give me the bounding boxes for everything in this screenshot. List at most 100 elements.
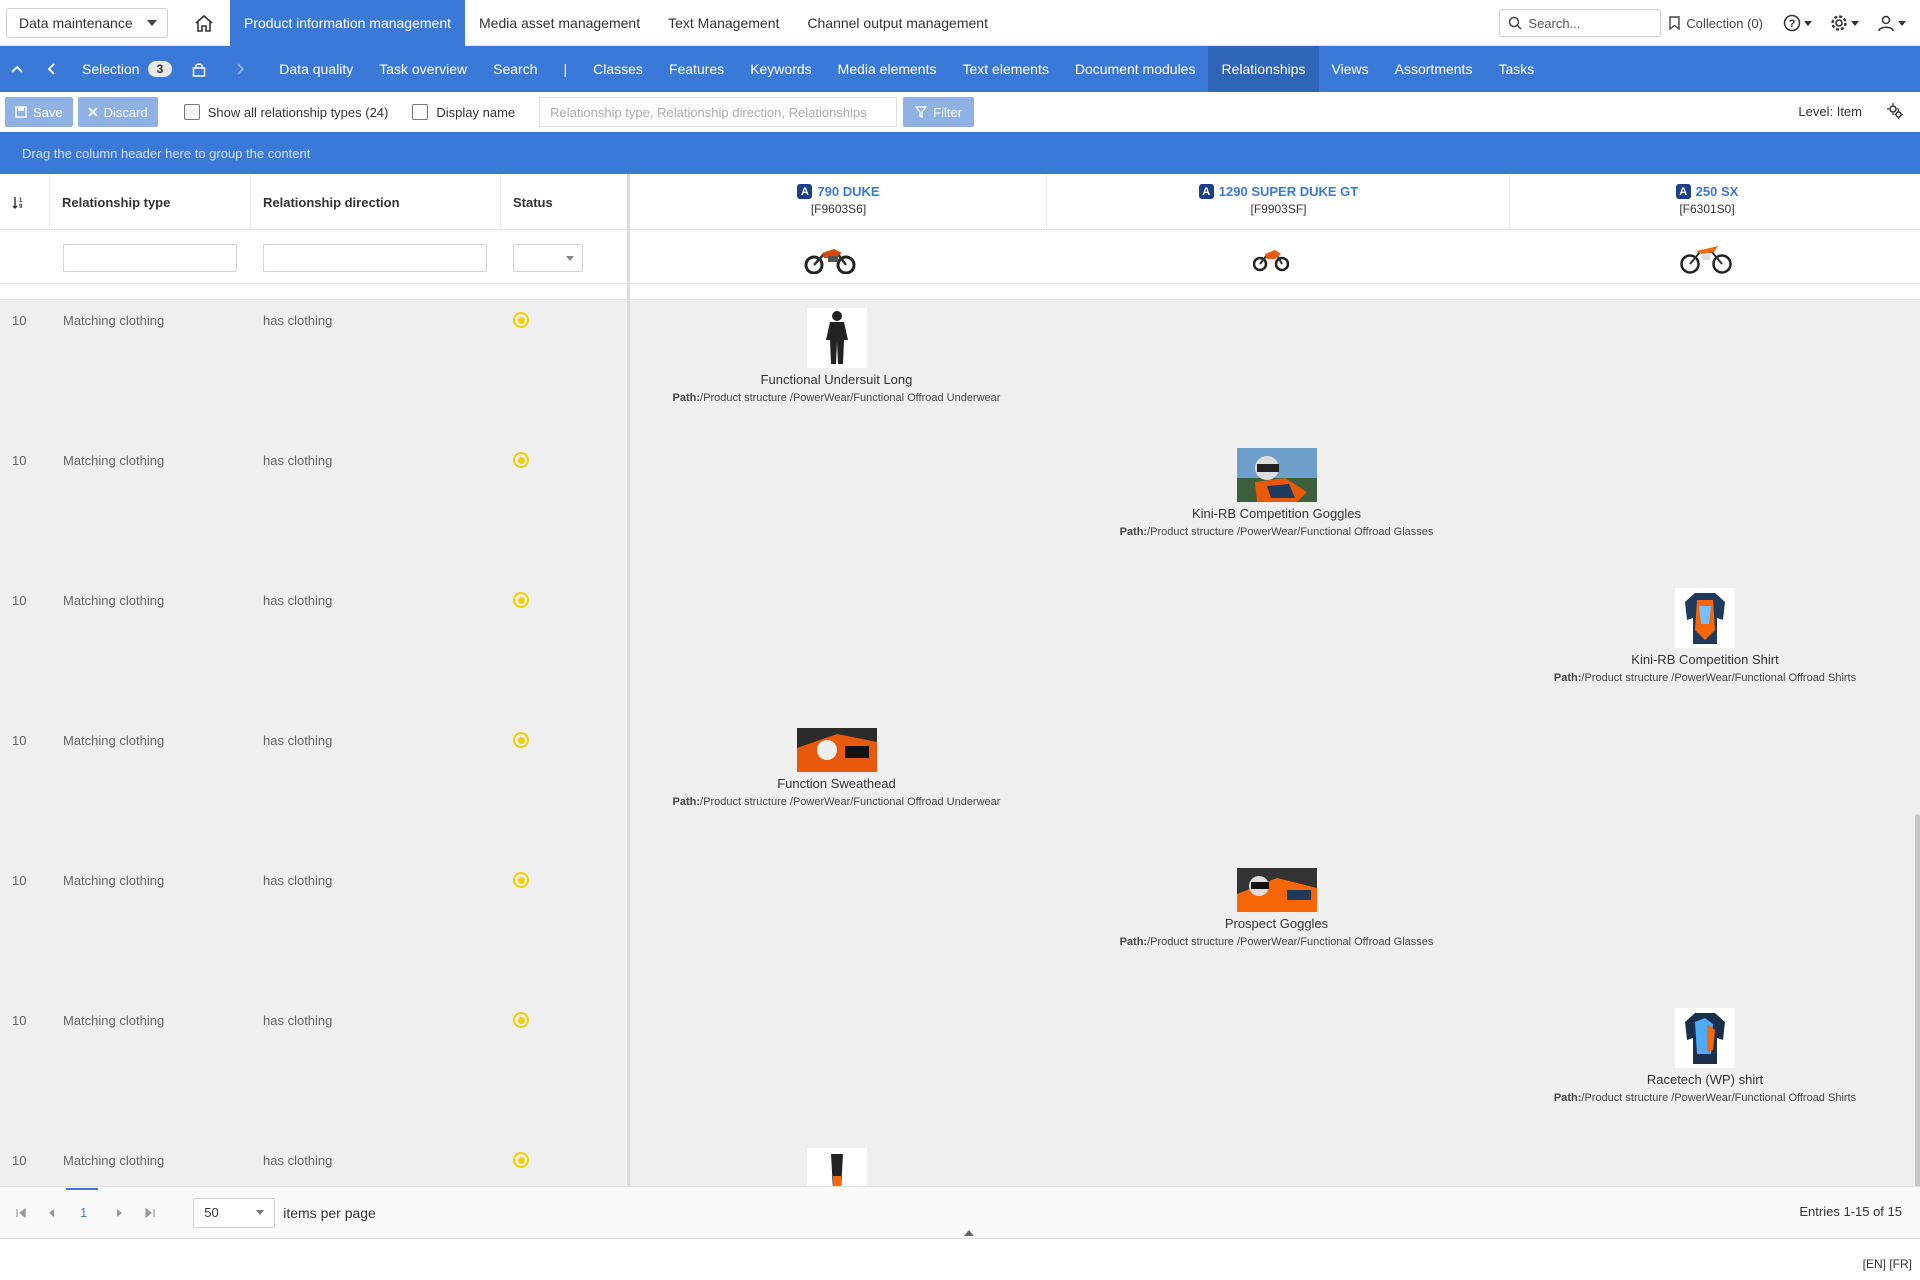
table-row[interactable]: 10 Matching clothing has clothing Kini-R… xyxy=(0,580,1920,720)
relationship-type-cell: Matching clothing xyxy=(63,453,165,468)
path-label: Path: xyxy=(1119,526,1148,538)
next-page-button[interactable] xyxy=(109,1202,131,1224)
related-item-card[interactable]: Functional Undersuit Long Path:/Product … xyxy=(628,308,1045,404)
relationship-direction-filter-input[interactable] xyxy=(263,244,487,272)
help-menu[interactable]: ? xyxy=(1783,14,1812,32)
svg-text:9: 9 xyxy=(19,204,23,209)
nav-keywords[interactable]: Keywords xyxy=(737,46,824,92)
frozen-column-divider[interactable] xyxy=(627,174,630,1186)
relationship-direction-cell: has clothing xyxy=(263,313,333,328)
row-number: 10 xyxy=(12,873,27,888)
related-item-card[interactable]: Kini-RB Competition Shirt Path:/Product … xyxy=(1508,588,1902,684)
nav-tasks[interactable]: Tasks xyxy=(1485,46,1547,92)
table-row[interactable]: 10 Matching clothing has clothing Kini-R… xyxy=(0,440,1920,580)
user-menu[interactable] xyxy=(1877,14,1906,32)
language-switcher[interactable]: [EN] [FR] xyxy=(1863,1257,1912,1271)
table-row[interactable]: 10 Matching clothing has clothing Prospe… xyxy=(0,860,1920,1000)
table-row[interactable]: 10 Matching clothing has clothing xyxy=(0,1140,1920,1186)
nav-media-elements[interactable]: Media elements xyxy=(825,46,950,92)
nav-relationships[interactable]: Relationships xyxy=(1208,46,1319,92)
show-all-relationship-types-checkbox[interactable]: Show all relationship types (24) xyxy=(183,104,389,120)
filter-input[interactable]: Relationship type, Relationship directio… xyxy=(539,97,898,127)
grid-spacer-row xyxy=(0,284,1920,300)
table-row[interactable]: 10 Matching clothing has clothing Functi… xyxy=(0,720,1920,860)
global-search-input[interactable]: Search... xyxy=(1499,9,1662,37)
status-indicator xyxy=(513,592,529,608)
next-page-icon xyxy=(117,1208,123,1217)
tab-channel-output-management[interactable]: Channel output management xyxy=(793,0,1002,46)
collapse-button[interactable] xyxy=(0,46,34,92)
relationship-direction-column-header[interactable]: Relationship direction xyxy=(251,174,501,230)
status-filter-select[interactable] xyxy=(513,244,583,272)
related-item-card[interactable]: Prospect Goggles Path:/Product structure… xyxy=(1045,868,1508,948)
display-name-label: Display name xyxy=(436,104,516,120)
workspace-select[interactable]: Data maintenance xyxy=(6,7,168,38)
funnel-icon xyxy=(915,106,928,118)
expand-panel-icon[interactable] xyxy=(964,1230,974,1236)
status-column-header[interactable]: Status xyxy=(501,174,627,230)
selection-button[interactable]: Selection 3 xyxy=(82,61,173,77)
related-item-card[interactable]: Kini-RB Competition Goggles Path:/Produc… xyxy=(1045,448,1508,538)
nav-data-quality[interactable]: Data quality xyxy=(266,46,366,92)
related-item-card[interactable] xyxy=(628,1148,1045,1186)
nav-views[interactable]: Views xyxy=(1319,46,1382,92)
product-name-link[interactable]: 1290 SUPER DUKE GT xyxy=(1219,184,1358,199)
discard-button[interactable]: Discard xyxy=(77,97,158,127)
related-item-card[interactable]: Racetech (WP) shirt Path:/Product struct… xyxy=(1508,1008,1902,1104)
product-name-link[interactable]: 250 SX xyxy=(1696,184,1739,199)
user-icon xyxy=(1878,15,1894,32)
show-all-label: Show all relationship types (24) xyxy=(207,104,389,120)
settings-menu[interactable] xyxy=(1830,14,1859,32)
path-label: Path: xyxy=(1119,936,1148,948)
nav-text-elements[interactable]: Text elements xyxy=(949,46,1061,92)
items-per-page-label: items per page xyxy=(283,1204,376,1221)
nav-document-modules[interactable]: Document modules xyxy=(1062,46,1209,92)
tab-product-information-management[interactable]: Product information management xyxy=(230,0,465,46)
gear-icon xyxy=(1831,15,1847,31)
home-button[interactable] xyxy=(190,9,218,37)
nav-search[interactable]: Search xyxy=(480,46,550,92)
related-item-path: Path:/Product structure /PowerWear/Funct… xyxy=(628,796,1045,808)
path-label: Path: xyxy=(672,392,701,404)
items-per-page-select[interactable]: 50 xyxy=(193,1197,276,1228)
nav-assortments[interactable]: Assortments xyxy=(1382,46,1486,92)
nav-features[interactable]: Features xyxy=(656,46,737,92)
level-indicator: Level: Item xyxy=(1798,104,1862,119)
save-button[interactable]: Save xyxy=(5,97,73,127)
module-nav-bar: Selection 3 Data quality Task overview S… xyxy=(0,46,1920,92)
nav-task-overview[interactable]: Task overview xyxy=(366,46,480,92)
status-indicator xyxy=(513,452,529,468)
vertical-scrollbar[interactable] xyxy=(1915,814,1920,1186)
relationship-type-column-header[interactable]: Relationship type xyxy=(50,174,251,230)
column-settings-button[interactable] xyxy=(1886,102,1904,123)
related-item-card[interactable]: Function Sweathead Path:/Product structu… xyxy=(628,728,1045,808)
pagination-bar: 1 50 items per page Entries 1-15 of 15 xyxy=(0,1186,1920,1238)
filter-button[interactable]: Filter xyxy=(903,97,975,127)
table-row[interactable]: 10 Matching clothing has clothing Functi… xyxy=(0,300,1920,440)
nav-classes[interactable]: Classes xyxy=(580,46,656,92)
tab-media-asset-management[interactable]: Media asset management xyxy=(465,0,654,46)
forward-button[interactable] xyxy=(224,46,258,92)
collection-button[interactable]: Collection (0) xyxy=(1669,16,1763,31)
first-page-button[interactable] xyxy=(10,1202,32,1224)
back-button[interactable] xyxy=(34,46,68,92)
table-row[interactable]: 10 Matching clothing has clothing Racete… xyxy=(0,1000,1920,1140)
row-static-cells: 10 Matching clothing has clothing xyxy=(0,1000,628,1140)
search-placeholder: Search... xyxy=(1528,15,1581,31)
chevron-down-icon xyxy=(147,19,157,26)
relationship-type-filter-input[interactable] xyxy=(63,244,237,272)
row-product-cells: Racetech (WP) shirt Path:/Product struct… xyxy=(628,1000,1920,1140)
sort-column-header[interactable]: 19 xyxy=(0,174,50,230)
previous-page-button[interactable] xyxy=(40,1202,62,1224)
last-page-button[interactable] xyxy=(139,1202,161,1224)
current-page-number[interactable]: 1 xyxy=(65,1188,99,1220)
bookmark-icon xyxy=(1669,16,1681,30)
group-by-drop-zone[interactable]: Drag the column header here to group the… xyxy=(0,132,1920,174)
product-name-link[interactable]: 790 DUKE xyxy=(817,184,879,199)
tab-text-management[interactable]: Text Management xyxy=(654,0,793,46)
lock-button[interactable] xyxy=(182,46,216,92)
approval-badge-icon: A xyxy=(1198,184,1214,199)
filter-button-label: Filter xyxy=(933,104,963,120)
relationship-direction-cell: has clothing xyxy=(263,1153,333,1168)
display-name-checkbox[interactable]: Display name xyxy=(412,104,515,120)
